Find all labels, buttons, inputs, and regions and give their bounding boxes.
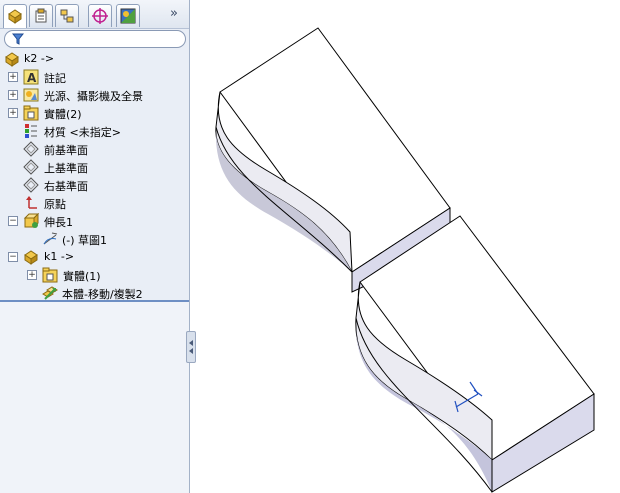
tab-configuration-manager[interactable]	[55, 4, 79, 27]
tree-item-label: 註記	[44, 72, 66, 85]
collapse-icon[interactable]: −	[8, 216, 18, 226]
tree-item-label: 材質 <未指定>	[44, 126, 121, 139]
tab-feature-manager[interactable]	[3, 4, 27, 28]
extrude-icon	[23, 213, 39, 229]
solid-bodies-folder-icon	[42, 267, 58, 283]
property-manager-icon	[35, 8, 47, 23]
tree-item-right-plane[interactable]: 右基準面	[23, 176, 184, 194]
plane-icon	[23, 177, 39, 193]
tree-item-k1-solid-bodies[interactable]: + 實體(1)	[27, 266, 184, 284]
panel-lower-area	[0, 302, 189, 493]
svg-text:A: A	[27, 71, 37, 85]
sketch-icon	[43, 232, 58, 245]
tree-item-label: k2 ->	[24, 52, 55, 65]
tree-item-label: 實體(2)	[44, 108, 82, 121]
feature-manager-icon	[8, 9, 22, 24]
tree-item-label: 上基準面	[44, 162, 88, 175]
tree-item-label: 伸長1	[44, 216, 73, 229]
filter-icon	[12, 33, 24, 45]
tree-item-label: k1 ->	[44, 250, 75, 263]
part-icon	[24, 250, 38, 265]
tab-display-manager[interactable]	[116, 4, 140, 27]
expand-icon[interactable]: +	[8, 72, 18, 82]
tree-item-label: (-) 草圖1	[62, 234, 108, 247]
dimxpert-icon	[92, 8, 108, 24]
panel-tab-bar: »	[0, 0, 189, 29]
graphics-viewport[interactable]	[190, 0, 620, 493]
tree-item-k1-part[interactable]: − k1 ->	[8, 248, 184, 266]
plane-icon	[23, 141, 39, 157]
tree-item-label: 光源、攝影機及全景	[44, 90, 143, 103]
tab-dimxpert[interactable]	[88, 4, 112, 27]
tree-item-lights-cameras[interactable]: + 光源、攝影機及全景	[8, 86, 184, 104]
collapse-icon[interactable]: −	[8, 252, 18, 262]
tree-item-label: 原點	[44, 198, 66, 211]
solid-bodies-folder-icon	[23, 105, 39, 121]
tab-property-manager[interactable]	[29, 4, 53, 27]
feature-manager-panel: » k2 -> + A 註記 + 光源、攝影機及全景 + 實體(2) 材質 <未…	[0, 0, 190, 493]
tree-item-origin[interactable]: 原點	[23, 194, 184, 212]
tree-filter-field[interactable]	[4, 30, 186, 48]
tree-item-label: 實體(1)	[63, 270, 101, 283]
tree-item-top-plane[interactable]: 上基準面	[23, 158, 184, 176]
expand-icon[interactable]: +	[8, 108, 18, 118]
configuration-manager-icon	[60, 9, 74, 23]
tree-item-annotations[interactable]: + A 註記	[8, 68, 184, 86]
tree-item-label: 右基準面	[44, 180, 88, 193]
display-manager-icon	[120, 8, 136, 24]
plane-icon	[23, 159, 39, 175]
annotation-icon: A	[23, 69, 39, 85]
origin-icon	[26, 196, 37, 209]
tree-item-sketch[interactable]: (-) 草圖1	[42, 230, 184, 248]
tree-item-material[interactable]: 材質 <未指定>	[23, 122, 184, 140]
tree-item-front-plane[interactable]: 前基準面	[23, 140, 184, 158]
tree-item-extrude[interactable]: − 伸長1	[8, 212, 184, 230]
tree-item-label: 前基準面	[44, 144, 88, 157]
expand-icon[interactable]: +	[27, 270, 37, 280]
tree-item-solid-bodies[interactable]: + 實體(2)	[8, 104, 184, 122]
tree-item-root[interactable]: k2 ->	[4, 50, 184, 68]
move-copy-body-icon	[42, 286, 58, 300]
more-tabs-chevron[interactable]: »	[170, 6, 178, 21]
lights-icon	[23, 88, 39, 102]
expand-icon[interactable]: +	[8, 90, 18, 100]
part-icon	[5, 52, 19, 67]
material-icon	[25, 124, 37, 138]
